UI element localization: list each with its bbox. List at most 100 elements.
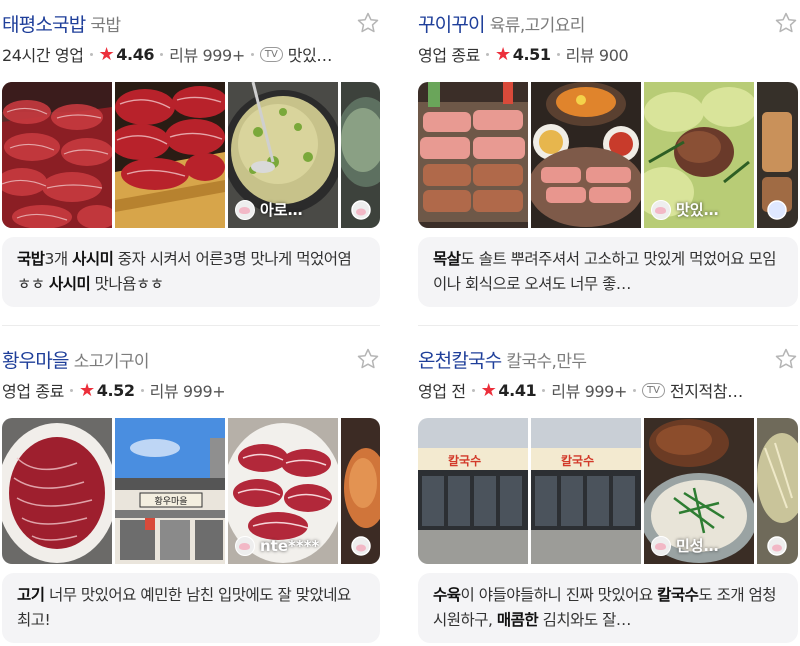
review-count: 리뷰 999+ <box>149 382 226 401</box>
tv-badge-icon: TV <box>641 382 665 398</box>
place-card[interactable]: 태평소국밥 국밥 24시간 영업 ★ 4.46 리뷰 999+ TV 맛있… 아… <box>2 10 380 307</box>
business-status: 영업 종료 <box>418 46 480 65</box>
food-photo[interactable]: 아로… <box>228 82 338 228</box>
business-status: 24시간 영업 <box>2 46 84 65</box>
divider <box>2 325 380 326</box>
separator-dot <box>485 52 489 56</box>
photo-strip[interactable]: 맛있… <box>418 82 798 228</box>
rating-value: 4.41 <box>498 380 537 400</box>
tv-program-name: 전지적참… <box>669 382 743 401</box>
photo-strip[interactable]: 아로… <box>2 82 380 228</box>
photo-user-tag: 맛있… <box>651 199 719 220</box>
rating-value: 4.46 <box>116 44 155 64</box>
food-photo[interactable]: 민성… <box>644 418 754 564</box>
place-title-row: 태평소국밥 국밥 <box>2 10 380 38</box>
separator-dot <box>160 52 164 56</box>
review-text: 맛나욤ㅎㅎ <box>90 275 164 293</box>
food-photo[interactable] <box>418 82 528 228</box>
food-photo[interactable] <box>757 418 798 564</box>
business-status: 영업 종료 <box>2 382 64 401</box>
place-name-link[interactable]: 꾸이꾸이 <box>418 10 486 37</box>
review-text: 이 야들야들하니 진짜 맛있어요 <box>460 586 658 604</box>
place-name-link[interactable]: 온천칼국수 <box>418 346 502 373</box>
review-keyword: 칼국수 <box>657 586 699 604</box>
review-keyword: 고기 <box>17 586 45 604</box>
photo-user-tag: 민성… <box>651 535 719 556</box>
place-category: 소고기구이 <box>73 352 150 372</box>
review-text: 김치와도 잘… <box>538 611 632 629</box>
separator-dot <box>140 388 144 392</box>
food-photo[interactable] <box>2 82 112 228</box>
photo-user-name: 민성… <box>676 537 719 555</box>
review-count: 리뷰 900 <box>565 46 629 65</box>
review-text: 너무 맛있어요 예민한 남친 입맛에도 잘 맞았네요 최고! <box>17 586 351 629</box>
place-card[interactable]: 황우마을 소고기구이 영업 종료 ★ 4.52 리뷰 999+ 황우마을 nte… <box>2 346 380 643</box>
place-meta: 영업 전 ★ 4.41 리뷰 999+ TV 전지적참… <box>418 376 798 404</box>
rating-value: 4.52 <box>96 380 135 400</box>
photo-strip[interactable]: 칼국수 칼국수 민성… <box>418 418 798 564</box>
photo-user-tag: 아로… <box>235 199 303 220</box>
save-star-icon[interactable] <box>774 11 798 35</box>
signboard-text: 칼국수 <box>448 454 481 468</box>
avatar <box>235 199 255 220</box>
tv-badge-icon: TV <box>259 46 283 62</box>
rating-star-icon: ★ <box>494 43 511 65</box>
review-keyword: 사시미 <box>72 250 114 268</box>
food-photo[interactable]: 맛있… <box>644 82 754 228</box>
review-text: 도 솔트 뿌려주셔서 고소하고 맛있게 먹었어요 모임이나 회식으로 오셔도 너… <box>433 250 777 293</box>
review-keyword: 국밥 <box>17 250 45 268</box>
rating-value: 4.51 <box>512 44 551 64</box>
review-count: 리뷰 999+ <box>169 46 245 65</box>
review-snippet[interactable]: 수육이 야들야들하니 진짜 맛있어요 칼국수도 조개 엄청 시원하구, 매콤한 … <box>418 573 798 643</box>
separator-dot <box>556 52 560 56</box>
place-name-link[interactable]: 태평소국밥 <box>2 10 86 37</box>
separator-dot <box>89 52 93 56</box>
signboard-text: 황우마을 <box>154 496 187 507</box>
rating-star-icon: ★ <box>78 379 95 401</box>
review-snippet[interactable]: 국밥3개 사시미 중자 시켜서 어른3명 맛나게 먹었어염ㅎㅎ 사시미 맛나욤ㅎ… <box>2 237 380 307</box>
review-keyword: 수육 <box>433 586 461 604</box>
avatar <box>651 199 671 220</box>
rating-star-icon: ★ <box>480 379 497 401</box>
review-count: 리뷰 999+ <box>551 382 627 401</box>
review-keyword: 사시미 <box>48 275 91 293</box>
food-photo[interactable]: 칼국수 <box>418 418 528 564</box>
place-meta: 영업 종료 ★ 4.52 리뷰 999+ <box>2 376 380 404</box>
place-category: 육류,고기요리 <box>489 16 586 36</box>
food-photo[interactable] <box>341 82 380 228</box>
place-title-row: 황우마을 소고기구이 <box>2 346 380 374</box>
photo-user-tag: nte**** <box>235 536 319 556</box>
business-status: 영업 전 <box>418 382 466 401</box>
place-title-row: 온천칼국수 칼국수,만두 <box>418 346 798 374</box>
avatar <box>235 536 255 556</box>
food-photo[interactable] <box>757 82 798 228</box>
photo-user-name: nte**** <box>260 537 320 555</box>
place-card[interactable]: 온천칼국수 칼국수,만두 영업 전 ★ 4.41 리뷰 999+ TV 전지적참… <box>418 346 798 643</box>
food-photo[interactable] <box>341 418 380 564</box>
review-text: 3개 <box>44 250 73 268</box>
place-meta: 24시간 영업 ★ 4.46 리뷰 999+ TV 맛있… <box>2 40 380 68</box>
review-snippet[interactable]: 고기 너무 맛있어요 예민한 남친 입맛에도 잘 맞았네요 최고! <box>2 573 380 643</box>
save-star-icon[interactable] <box>356 347 380 371</box>
save-star-icon[interactable] <box>356 11 380 35</box>
food-photo[interactable]: nte**** <box>228 418 338 564</box>
food-photo[interactable] <box>2 418 112 564</box>
avatar <box>651 535 671 556</box>
divider <box>418 325 798 326</box>
food-photo[interactable] <box>531 82 641 228</box>
food-photo[interactable]: 칼국수 <box>531 418 641 564</box>
place-card[interactable]: 꾸이꾸이 육류,고기요리 영업 종료 ★ 4.51 리뷰 900 맛있… 목살도… <box>418 10 798 307</box>
separator-dot <box>471 388 475 392</box>
photo-user-name: 맛있… <box>676 201 719 219</box>
review-keyword: 목살 <box>433 250 461 268</box>
separator-dot <box>542 388 546 392</box>
place-name-link[interactable]: 황우마을 <box>2 346 70 373</box>
place-category: 국밥 <box>90 16 121 36</box>
review-snippet[interactable]: 목살도 솔트 뿌려주셔서 고소하고 맛있게 먹었어요 모임이나 회식으로 오셔도… <box>418 237 798 307</box>
food-photo[interactable]: 황우마을 <box>115 418 225 564</box>
separator-dot <box>69 388 73 392</box>
photo-strip[interactable]: 황우마을 nte**** <box>2 418 380 564</box>
save-star-icon[interactable] <box>774 347 798 371</box>
food-photo[interactable] <box>115 82 225 228</box>
photo-user-name: 아로… <box>260 201 303 219</box>
